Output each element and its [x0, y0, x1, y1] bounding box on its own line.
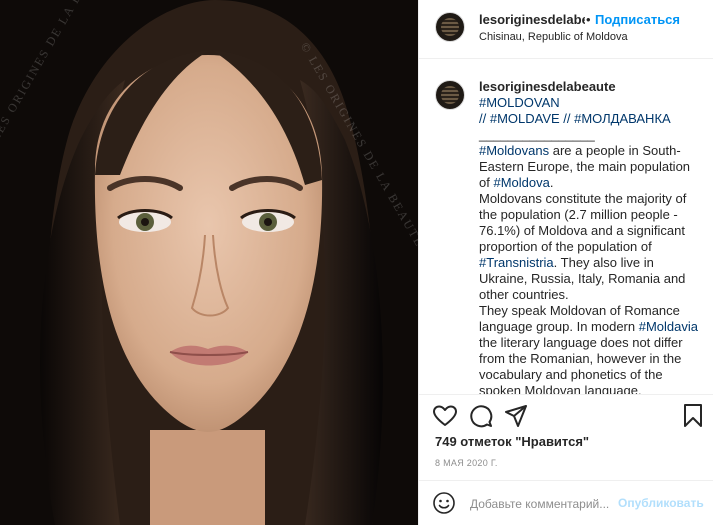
follow-button[interactable]: Подписаться: [595, 12, 680, 27]
post-photo[interactable]: © LES ORIGINES DE LA BEAUTÉ © LES ORIGIN…: [0, 0, 418, 525]
caption-section: lesoriginesdelabeaute #MOLDOVAN // #MOLD…: [419, 60, 713, 394]
header-avatar[interactable]: [435, 12, 465, 42]
caption-avatar[interactable]: [435, 80, 465, 110]
location-link[interactable]: Chisinau, Republic of Moldova: [479, 31, 628, 43]
likes-count[interactable]: 749 отметок "Нравится": [435, 434, 589, 449]
post-date[interactable]: 8 МАЯ 2020 Г.: [435, 458, 498, 468]
action-bar: [419, 394, 713, 434]
header-username[interactable]: lesoriginesdelabeaute: [479, 12, 585, 27]
caption-divider: ________________: [479, 127, 595, 142]
hashtag-moldavia[interactable]: #Moldavia: [639, 319, 698, 334]
hashtag-line-moldave[interactable]: // #MOLDAVE // #МОЛДАВАНКА: [479, 111, 671, 126]
smiley-icon[interactable]: [433, 492, 455, 514]
caption-text: lesoriginesdelabeaute #MOLDOVAN // #MOLD…: [479, 79, 699, 394]
bookmark-icon[interactable]: [684, 404, 702, 427]
heart-icon[interactable]: [433, 405, 457, 427]
hashtag-moldovan[interactable]: #MOLDOVAN: [479, 95, 560, 110]
hashtag-transnistria[interactable]: #Transnistria: [479, 255, 554, 270]
header-separator: •: [586, 12, 591, 27]
paper-plane-icon[interactable]: [505, 405, 527, 427]
comment-input[interactable]: [470, 494, 616, 514]
comment-bubble-icon[interactable]: [469, 404, 493, 428]
post-side-panel: lesoriginesdelabeaute • Подписаться Chis…: [418, 0, 713, 525]
comment-bar: Опубликовать: [419, 480, 713, 525]
hashtag-moldova[interactable]: #Moldova: [493, 175, 549, 190]
caption-username[interactable]: lesoriginesdelabeaute: [479, 79, 616, 94]
hashtag-moldovans[interactable]: #Moldovans: [479, 143, 549, 158]
post-header: lesoriginesdelabeaute • Подписаться Chis…: [419, 0, 713, 59]
portrait-illustration: [0, 0, 418, 525]
post-comment-button[interactable]: Опубликовать: [618, 496, 704, 510]
